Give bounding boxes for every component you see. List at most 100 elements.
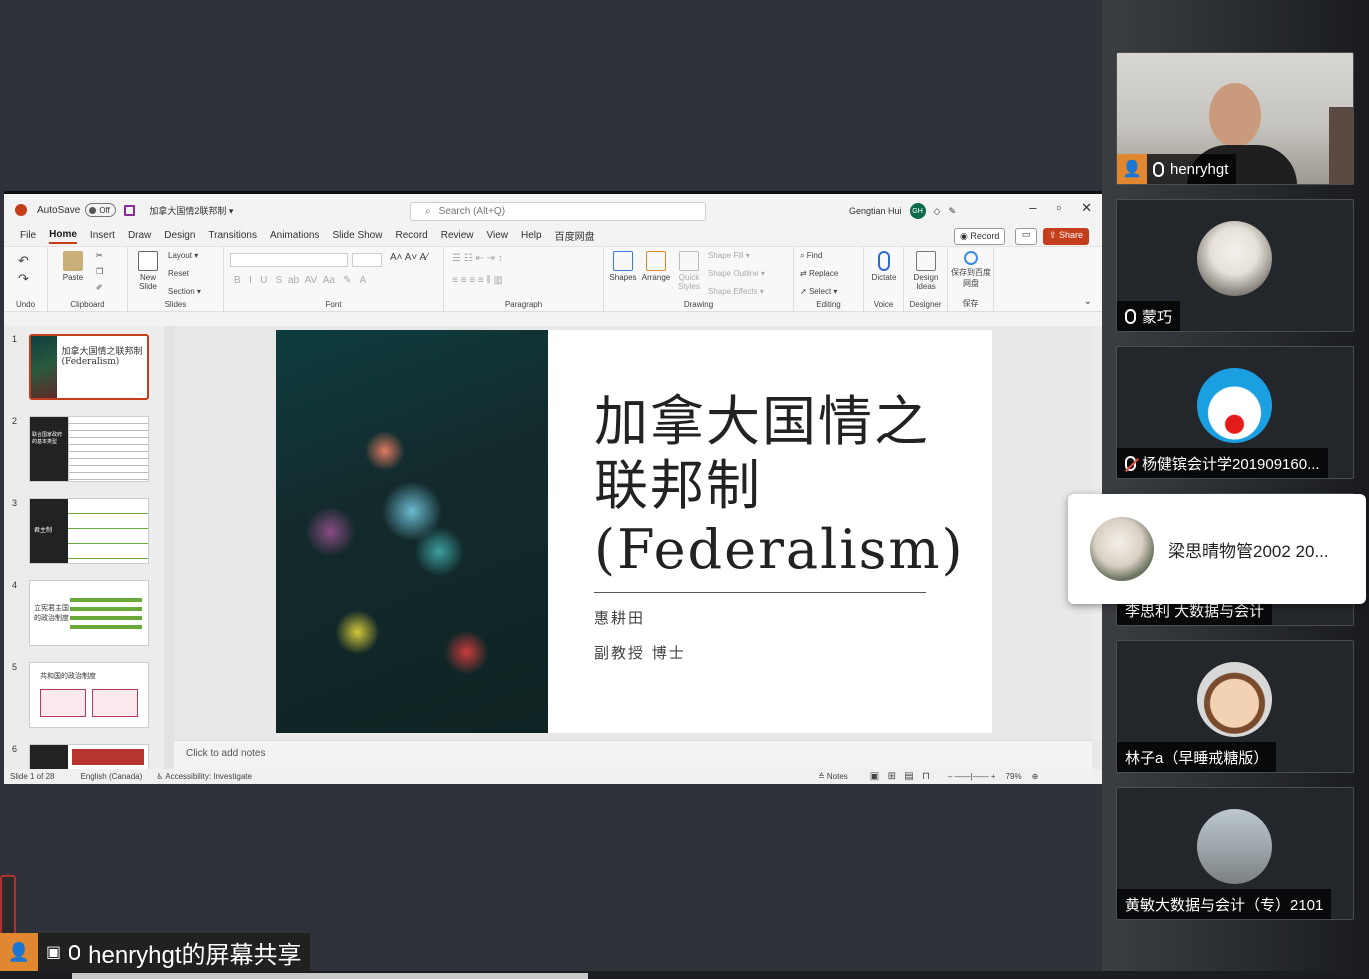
participant-tile[interactable]: 黄敏大数据与会计（专）2101 [1116, 787, 1354, 920]
font-size-select[interactable] [352, 253, 382, 267]
zoom-level[interactable]: 79% [1006, 772, 1022, 781]
voice-group: Dictate Voice [864, 247, 904, 311]
shape-effects-button[interactable]: Shape Effects ▾ [708, 287, 764, 296]
font-style-buttons[interactable]: B I U S ab AV Aa ✎ A [234, 275, 366, 286]
close-icon[interactable]: ✕ [1081, 200, 1092, 216]
slide-position[interactable]: 副教授 博士 [594, 642, 992, 663]
find-button[interactable]: ⌕ Find [800, 251, 822, 261]
participant-name-bar: 👤 henryhgt [1117, 154, 1237, 184]
dictate-button[interactable]: Dictate [868, 251, 900, 282]
save-baidu-button[interactable]: 保存到百度网盘 [950, 251, 992, 289]
search-icon: ⌕ [425, 206, 431, 217]
ribbon: ↶ ↷ Undo Paste ✂ ❐ ✐ Clipboard New Slide… [4, 246, 1102, 312]
thumbnail-slide-5[interactable]: 共和国的政治制度 [29, 662, 149, 728]
tab-design[interactable]: Design [164, 230, 195, 243]
paste-button[interactable]: Paste [58, 251, 88, 282]
shape-outline-button[interactable]: Shape Outline ▾ [708, 269, 765, 278]
tab-view[interactable]: View [487, 230, 509, 243]
participant-tile[interactable]: 👤 henryhgt [1116, 52, 1354, 185]
comment-button[interactable]: ▭ [1015, 228, 1037, 245]
participant-tile[interactable]: 林子a（早睡戒糖版） [1116, 640, 1354, 773]
arrange-button[interactable]: Arrange [640, 251, 672, 282]
format-painter-icon[interactable]: ✐ [96, 283, 103, 292]
thumbnail-scrollbar[interactable] [164, 326, 174, 769]
cut-icon[interactable]: ✂ [96, 251, 103, 260]
tab-help[interactable]: Help [521, 230, 542, 243]
taskbar-highlight [72, 973, 588, 979]
slide-author[interactable]: 惠耕田 [594, 607, 992, 628]
replace-button[interactable]: ⇄ Replace [800, 269, 838, 278]
quick-styles-button[interactable]: Quick Styles [674, 251, 704, 291]
accessibility-indicator[interactable]: ♿ Accessibility: Investigate [156, 772, 252, 781]
user-name: Gengtian Hui [849, 206, 902, 216]
participant-name: henryhgt [1170, 160, 1229, 178]
screen-share-icon: ▣ [46, 944, 62, 961]
autosave-toggle[interactable]: Off [85, 203, 117, 217]
avatar [1197, 662, 1272, 737]
tab-baidu[interactable]: 百度网盘 [555, 228, 595, 245]
copy-icon[interactable]: ❐ [96, 267, 103, 276]
font-name-select[interactable] [230, 253, 348, 267]
title-divider [594, 592, 926, 593]
slide-canvas[interactable]: 加拿大国情之联邦制 (Federalism) 惠耕田 副教授 博士 [276, 330, 992, 733]
record-button[interactable]: ◉ Record [954, 228, 1006, 245]
save-icon[interactable] [124, 204, 136, 216]
shapes-button[interactable]: Shapes [608, 251, 638, 282]
thumb-number: 2 [12, 416, 18, 426]
slide-title[interactable]: 加拿大国情之联邦制 (Federalism) [594, 390, 963, 582]
tab-file[interactable]: File [20, 230, 36, 243]
tab-draw[interactable]: Draw [128, 230, 151, 243]
undo-icon[interactable]: ↶ [18, 253, 29, 269]
thumbnail-slide-1[interactable]: 加拿大国情之联邦制 (Federalism) [29, 334, 149, 400]
tab-slide-show[interactable]: Slide Show [332, 230, 382, 243]
shape-fill-button[interactable]: Shape Fill ▾ [708, 251, 750, 260]
participant-tile[interactable]: 杨健镔会计学201909160... [1116, 346, 1354, 479]
thumb-body [30, 689, 148, 717]
diamond-icon[interactable]: ◇ [934, 206, 941, 217]
tab-insert[interactable]: Insert [90, 230, 115, 243]
tab-transitions[interactable]: Transitions [208, 230, 257, 243]
participant-name: 蒙巧 [1142, 308, 1173, 326]
baidu-cloud-icon [964, 251, 978, 265]
fit-slide-icon[interactable]: ⊕ [1032, 772, 1039, 781]
user-account[interactable]: Gengtian Hui GH ◇ ✎ [849, 203, 956, 219]
thumb-title: 加拿大国情之联邦制 (Federalism) [61, 347, 143, 367]
section-button[interactable]: Section ▾ [168, 287, 201, 296]
person-icon: 👤 [0, 933, 38, 971]
new-slide-button[interactable]: New Slide [132, 251, 164, 291]
minimize-icon[interactable]: – [1029, 200, 1036, 216]
reset-button[interactable]: Reset [168, 269, 189, 278]
search-input[interactable]: ⌕ Search (Alt+Q) [410, 202, 706, 221]
restore-icon[interactable]: ▫ [1056, 200, 1061, 216]
participant-hover-card[interactable]: 梁思晴物管2002 20... [1068, 494, 1366, 604]
thumbnail-slide-2[interactable]: 联合国家政府的基本类型 [29, 416, 149, 482]
collapse-ribbon-icon[interactable]: ⌄ [1084, 296, 1092, 307]
thumbnail-slide-3[interactable]: 君主制 [29, 498, 149, 564]
avatar [1090, 517, 1154, 581]
select-button[interactable]: ➚ Select ▾ [800, 287, 837, 296]
share-button[interactable]: ⇪ Share [1043, 228, 1090, 245]
align-buttons[interactable]: ≡ ≡ ≡ ≡ ⫴ ▥ [452, 275, 503, 286]
view-buttons[interactable]: ▣ ⊞ ▤ ⊓ [870, 771, 930, 782]
thumb-title: 君主制 [30, 499, 68, 563]
participant-tile[interactable]: 蒙巧 [1116, 199, 1354, 332]
slide-counter: Slide 1 of 28 [10, 772, 55, 781]
notes-pane[interactable]: Click to add notes [174, 740, 1092, 769]
zoom-slider[interactable]: – ——|—— + [948, 772, 996, 781]
layout-button[interactable]: Layout ▾ [168, 251, 198, 260]
design-ideas-button[interactable]: Design Ideas [908, 251, 944, 291]
document-title[interactable]: 加拿大国情2联邦制 ▾ [149, 204, 233, 217]
designer-group: Design Ideas Designer [904, 247, 948, 311]
list-buttons[interactable]: ☰ ☷ ⇤ ⇥ ↕ [452, 253, 503, 264]
tab-home[interactable]: Home [49, 229, 77, 244]
tab-animations[interactable]: Animations [270, 230, 319, 243]
font-size-up-icon[interactable]: A˄ A˅ A⁄ [390, 252, 428, 263]
redo-icon[interactable]: ↷ [18, 271, 29, 287]
thumbnail-slide-6[interactable] [29, 744, 149, 769]
thumbnail-slide-4[interactable]: 立宪君主国的政治制度 [29, 580, 149, 646]
pen-icon[interactable]: ✎ [948, 206, 956, 217]
language-indicator[interactable]: English (Canada) [80, 772, 142, 781]
notes-toggle[interactable]: ≙ Notes [818, 772, 848, 781]
tab-record[interactable]: Record [395, 230, 427, 243]
tab-review[interactable]: Review [441, 230, 474, 243]
